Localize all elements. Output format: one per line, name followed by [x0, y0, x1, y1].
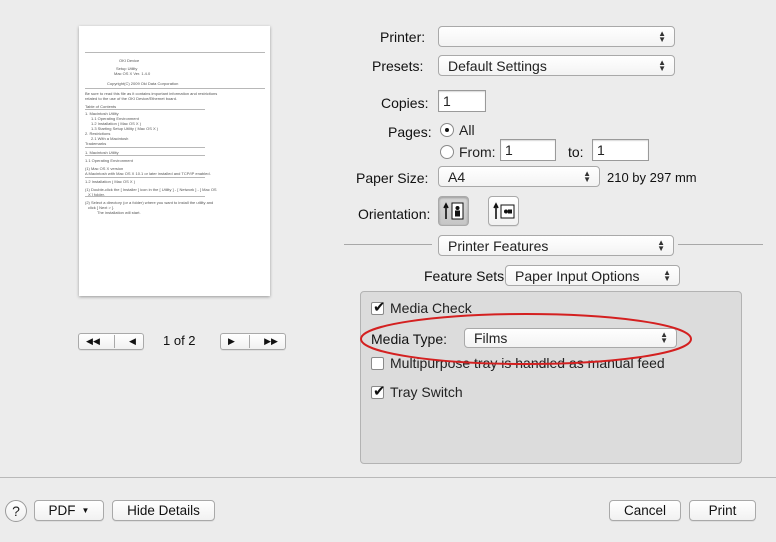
tray-switch-checkbox[interactable]: [371, 382, 386, 400]
hide-details-button[interactable]: Hide Details: [112, 500, 215, 521]
preview-text-line: 1.2 Installation ( Mac OS X ): [85, 179, 136, 184]
preview-rule-line: [85, 155, 205, 156]
preview-text-line: Trademarks: [85, 141, 107, 146]
preview-next-last-control: ▶ ▶▶: [220, 333, 286, 350]
radio-from[interactable]: [440, 145, 454, 159]
dropdown-arrow-icon: ▼: [81, 506, 90, 515]
pdf-menu-button[interactable]: PDF ▼: [34, 500, 104, 521]
orientation-label: Orientation:: [358, 206, 431, 222]
preview-rule-line: [85, 177, 205, 178]
tray-switch-option[interactable]: Tray Switch: [371, 382, 463, 400]
preview-text-line: related to the use of the OKI Device/Eth…: [85, 96, 178, 101]
preview-rule-line: [85, 196, 205, 197]
pages-from-option[interactable]: From:: [440, 144, 496, 160]
help-icon: ?: [12, 503, 20, 519]
help-button[interactable]: ?: [5, 500, 27, 522]
updown-arrows-icon: ▲ ▼: [658, 57, 666, 73]
presets-popup[interactable]: Default Settings ▲ ▼: [438, 55, 675, 76]
updown-arrows-icon: ▲ ▼: [583, 168, 591, 184]
page-preview: OKI Device Setup Utility Mac OS X Ver. 1.4…: [79, 26, 270, 296]
paper-size-popup[interactable]: A4 ▲ ▼: [438, 166, 600, 187]
pages-from-field[interactable]: 1: [500, 139, 556, 161]
preview-text-line: OKI Device: [119, 58, 140, 63]
section-separator-right: [678, 244, 763, 245]
preview-rule-line: [85, 88, 265, 89]
preview-text-line: Mac OS X Ver. 1.4.0: [114, 71, 151, 76]
section-separator-left: [344, 244, 432, 245]
first-page-icon[interactable]: ◀◀: [86, 336, 100, 347]
updown-arrows-icon: ▲ ▼: [657, 237, 665, 253]
presets-label: Presets:: [372, 58, 424, 74]
cancel-button[interactable]: Cancel: [609, 500, 681, 521]
preview-text-line: Copyright(C) 2009 Oki Data Corporation: [107, 81, 179, 86]
feature-sets-popup[interactable]: Paper Input Options ▲ ▼: [505, 265, 680, 286]
landscape-icon: [492, 202, 514, 219]
printer-label: Printer:: [380, 29, 426, 45]
updown-arrows-icon: ▲ ▼: [663, 267, 671, 283]
preview-text-line: 1.1 Operating Environment: [85, 158, 133, 163]
bottom-separator: [0, 477, 776, 478]
copies-field[interactable]: 1: [438, 90, 486, 112]
paper-size-dimensions: 210 by 297 mm: [607, 170, 697, 185]
paper-size-label: Paper Size:: [356, 170, 429, 186]
preview-rule-line: [85, 52, 265, 53]
preview-text-line: The installation will start.: [97, 210, 141, 215]
last-page-icon[interactable]: ▶▶: [264, 336, 278, 347]
section-popup[interactable]: Printer Features ▲ ▼: [438, 235, 674, 256]
preview-first-prev-control: ◀◀ ◀: [78, 333, 144, 350]
highlight-ellipse: [360, 313, 692, 365]
copies-label: Copies:: [381, 95, 429, 111]
preview-rule-line: [85, 109, 205, 110]
pages-to-field[interactable]: 1: [592, 139, 649, 161]
pages-to-label: to:: [568, 144, 584, 160]
feature-sets-label: Feature Sets:: [424, 268, 509, 284]
previous-page-icon[interactable]: ◀: [129, 336, 136, 347]
updown-arrows-icon: ▲ ▼: [658, 28, 666, 44]
next-page-icon[interactable]: ▶: [228, 336, 235, 347]
preview-rule-line: [85, 147, 205, 148]
orientation-portrait-button[interactable]: [438, 196, 469, 226]
orientation-landscape-button[interactable]: [488, 196, 519, 226]
portrait-icon: [442, 202, 463, 220]
radio-all[interactable]: [440, 123, 454, 137]
page-indicator: 1 of 2: [163, 333, 196, 348]
print-button[interactable]: Print: [689, 500, 756, 521]
printer-popup[interactable]: ▲ ▼: [438, 26, 675, 47]
preview-text-line: A Macintosh with Mac OS X 10.1 or later …: [85, 171, 211, 176]
pages-all-option[interactable]: All: [440, 122, 475, 138]
pages-label: Pages:: [388, 124, 432, 140]
